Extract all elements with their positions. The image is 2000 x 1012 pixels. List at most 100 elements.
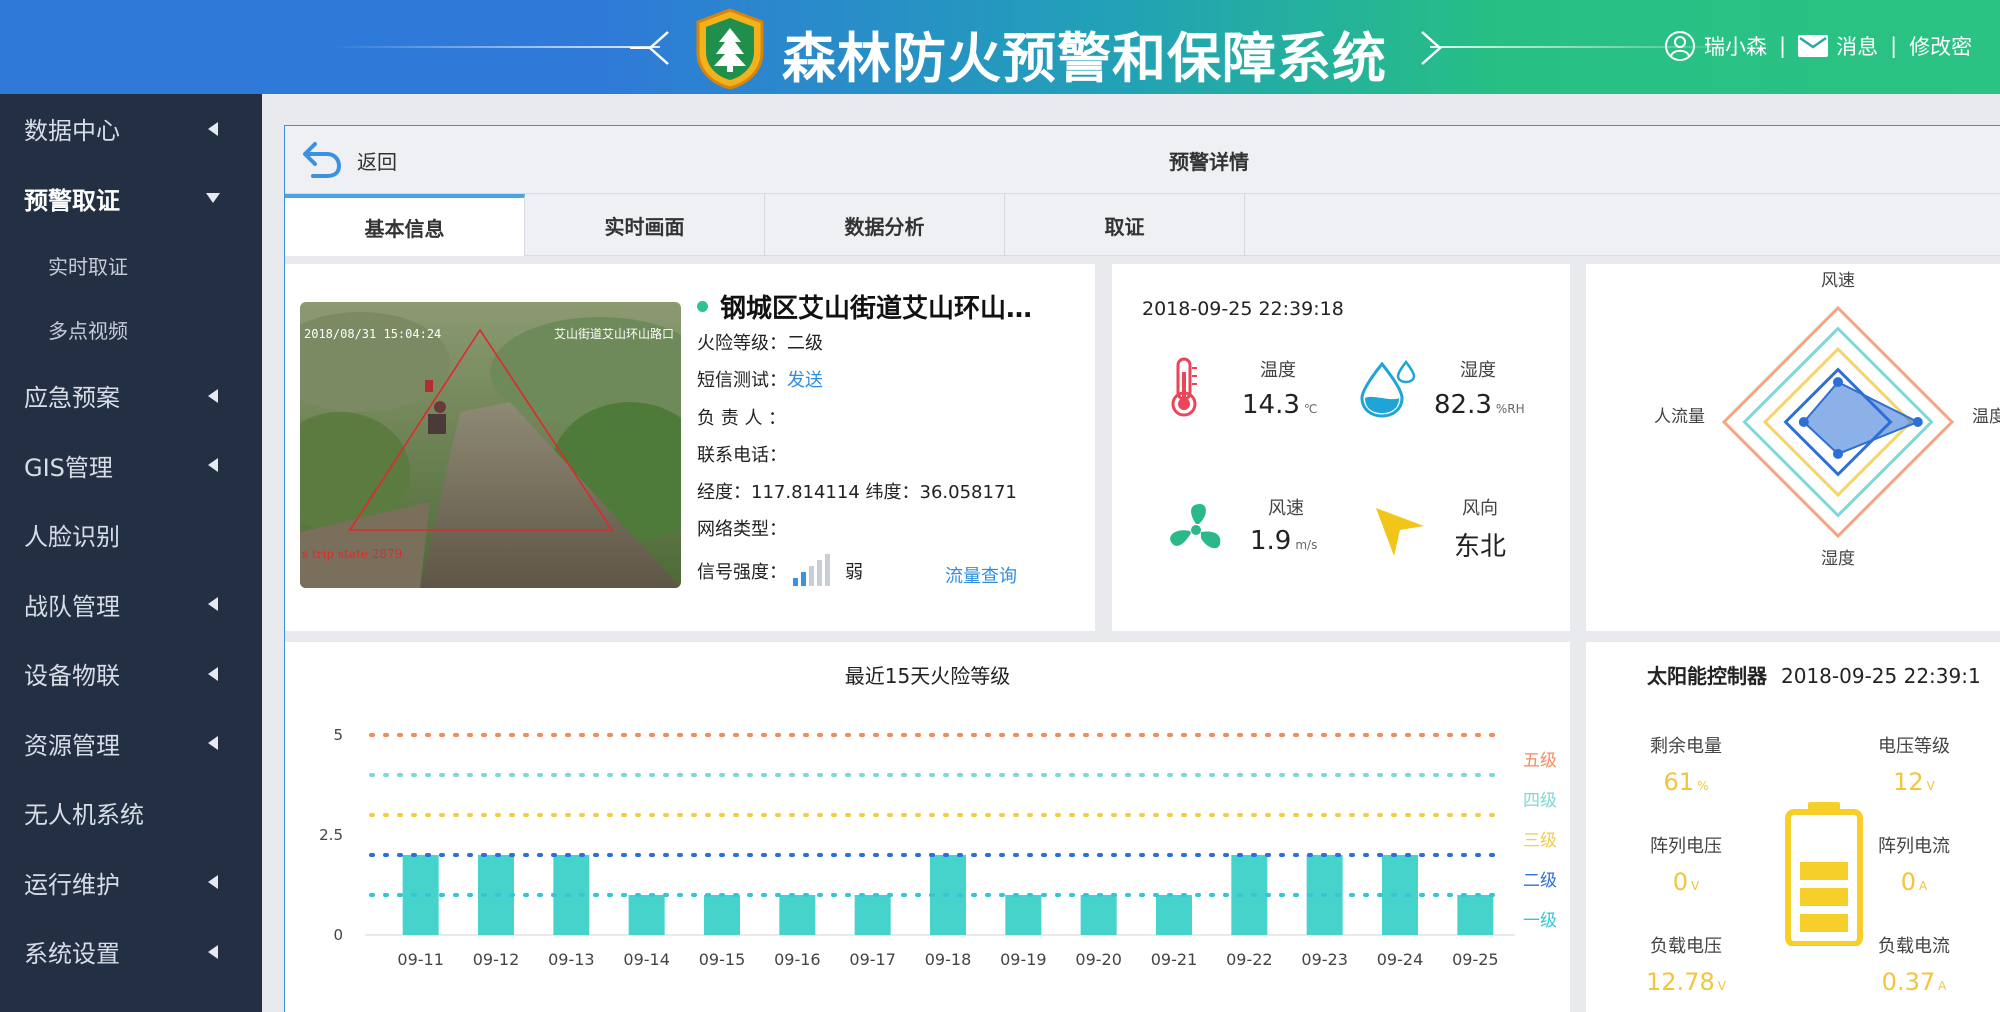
sidebar-item-drone[interactable]: 无人机系统: [0, 778, 262, 848]
sidebar-item-operations[interactable]: 运行维护: [0, 848, 262, 918]
battery-icon: [1785, 802, 1863, 946]
sidebar-item-settings[interactable]: 系统设置: [0, 917, 262, 987]
sidebar-item-resources[interactable]: 资源管理: [0, 709, 262, 779]
bar-09-16[interactable]: [779, 895, 816, 935]
tab-basic-info[interactable]: 基本信息: [285, 194, 525, 256]
wind-direction-label: 风向: [1462, 498, 1498, 519]
sidebar-item-label: 无人机系统: [24, 801, 144, 830]
snapshot-overlay-place: 艾山街道艾山环山路口: [554, 326, 674, 341]
voltage-level-unit: V: [1926, 779, 1935, 793]
y-tick-label: 2.5: [319, 826, 343, 844]
tab-evidence[interactable]: 取证: [1005, 194, 1245, 256]
sms-label: 短信测试：: [697, 370, 787, 391]
x-tick-label: 09-23: [1301, 950, 1348, 969]
caret-left-icon: [208, 597, 218, 612]
camera-snapshot[interactable]: 2018/08/31 15:04:24 艾山街道艾山环山路口 s trip st…: [300, 302, 681, 588]
temperature-unit: ℃: [1303, 402, 1318, 416]
x-tick-label: 09-18: [925, 950, 972, 969]
radar-label-humidity: 湿度: [1821, 549, 1855, 569]
basic-info-card: 2018/08/31 15:04:24 艾山街道艾山环山路口 s trip st…: [285, 264, 1095, 631]
header-chevron-left-icon: [630, 31, 669, 65]
fire-level-label: 火险等级：: [697, 333, 787, 354]
caret-left-icon: [208, 736, 218, 751]
fire-level-row: 火险等级：二级: [697, 329, 823, 355]
array-current-label: 阵列电流: [1878, 836, 1950, 857]
x-tick-label: 09-21: [1151, 950, 1198, 969]
radar-data-point: [1798, 417, 1809, 427]
sidebar-item-multi-video[interactable]: 多点视频: [0, 297, 262, 361]
caret-left-icon: [208, 388, 218, 403]
user-area: 瑞小森 | 消息 | 修改密: [1664, 30, 1972, 62]
remaining-power-wrap: 61%: [1626, 768, 1746, 796]
sms-send-link[interactable]: 发送: [787, 370, 823, 391]
level-label: 三级: [1523, 831, 1557, 851]
user-name-link[interactable]: 瑞小森: [1704, 31, 1767, 61]
fan-wind-icon: [1170, 504, 1221, 549]
sidebar-item-label: 战队管理: [24, 592, 120, 621]
sidebar-item-label: 应急预案: [24, 384, 120, 413]
mail-icon: [1798, 35, 1829, 57]
sms-row: 短信测试：发送: [697, 366, 823, 392]
load-current-label: 负载电流: [1878, 936, 1950, 957]
main-panel: 返回 预警详情 基本信息 实时画面 数据分析 取证 2018/08/31 15:…: [284, 125, 2000, 1012]
tab-live-view[interactable]: 实时画面: [525, 194, 765, 256]
sidebar-item-alert-evidence[interactable]: 预警取证: [0, 164, 262, 234]
sidebar-item-label: 系统设置: [24, 940, 120, 969]
sidebar-item-data-center[interactable]: 数据中心: [0, 94, 262, 164]
signal-bar: [825, 554, 830, 586]
tab-data-analysis[interactable]: 数据分析: [765, 194, 1005, 256]
temperature-value: 14.3: [1242, 390, 1300, 420]
coords-row: 经度：117.814114 纬度：36.058171: [697, 482, 1017, 503]
bar-09-24[interactable]: [1382, 855, 1418, 935]
bar-09-21[interactable]: [1156, 895, 1192, 935]
back-button[interactable]: 返回: [299, 140, 397, 180]
wind-speed-value-wrap: 1.9 m/s: [1250, 526, 1317, 556]
change-password-link[interactable]: 修改密: [1909, 31, 1972, 61]
signal-bar: [793, 578, 798, 586]
weather-time: 2018-09-25 22:39:18: [1142, 298, 1344, 320]
sidebar-item-face-recognition[interactable]: 人脸识别: [0, 500, 262, 570]
phone-row: 联系电话：: [697, 441, 787, 467]
thermometer-icon: [1171, 357, 1197, 417]
wind-speed-unit: m/s: [1295, 538, 1318, 552]
back-arrow-icon: [303, 142, 342, 178]
sidebar-item-device-iot[interactable]: 设备物联: [0, 639, 262, 709]
bar-09-11[interactable]: [402, 855, 439, 935]
x-tick-label: 09-24: [1377, 950, 1424, 969]
fire-risk-bar-chart: 0 2.5 5 09-11 09-12 09-13 09-14 09-15 09-16 09-17…: [319, 726, 1557, 969]
traffic-query-link[interactable]: 流量查询: [945, 562, 1017, 588]
radar-data-point: [1833, 377, 1843, 388]
array-current-unit: A: [1919, 879, 1928, 893]
location-title: 钢城区艾山街道艾山环山…: [697, 288, 1032, 325]
x-tick-label: 09-15: [699, 950, 746, 969]
wind-speed-value: 1.9: [1250, 526, 1292, 556]
humidity-drop-icon: [1360, 359, 1416, 418]
sidebar-item-team[interactable]: 战队管理: [0, 570, 262, 640]
caret-left-icon: [208, 666, 218, 681]
humidity-label: 湿度: [1460, 360, 1496, 381]
messages-link[interactable]: 消息: [1836, 31, 1878, 61]
snapshot-image: 2018/08/31 15:04:24 艾山街道艾山环山路口 s trip st…: [300, 302, 681, 588]
sidebar-item-realtime-evidence[interactable]: 实时取证: [0, 233, 262, 297]
bar-09-14[interactable]: [628, 895, 665, 935]
fire-level-value: 二级: [787, 333, 823, 354]
sidebar-item-gis[interactable]: GIS管理: [0, 431, 262, 501]
sidebar-item-emergency-plan[interactable]: 应急预案: [0, 361, 262, 431]
bar-09-20[interactable]: [1080, 895, 1117, 935]
x-tick-label: 09-14: [623, 950, 670, 969]
x-tick-label: 09-12: [473, 950, 520, 969]
bar-09-15[interactable]: [704, 895, 740, 935]
y-tick-label: 0: [333, 926, 343, 944]
header-separator: |: [1890, 34, 1898, 58]
bar-09-25[interactable]: [1457, 895, 1494, 935]
bar-09-17[interactable]: [854, 895, 891, 935]
load-current-wrap: 0.37 A: [1854, 968, 1974, 996]
user-icon: [1665, 31, 1695, 61]
back-label: 返回: [357, 149, 397, 174]
bar-09-22[interactable]: [1231, 855, 1268, 935]
bar-09-19[interactable]: [1005, 895, 1042, 935]
wind-direction-value: 东北: [1454, 532, 1507, 562]
x-tick-label: 09-22: [1226, 950, 1273, 969]
y-tick-label: 5: [333, 726, 343, 744]
radar-card: 风速 温度 湿度 人流量: [1586, 264, 2000, 631]
